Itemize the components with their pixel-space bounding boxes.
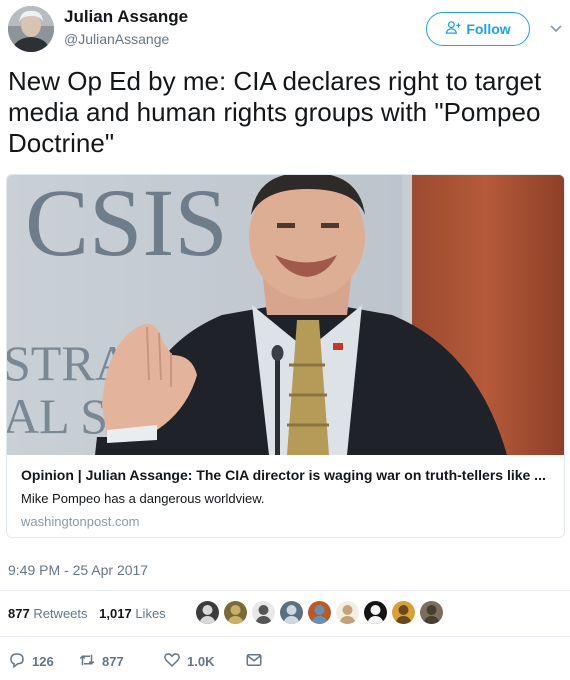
like-icon [163,651,181,672]
divider-top [0,590,570,591]
liker-avatars [196,601,443,627]
link-card[interactable]: CSIS STRA AL ST Opinion | Julian Assange… [6,174,565,538]
retweet-icon [78,651,96,672]
liker-avatar[interactable] [224,601,247,624]
follow-button[interactable]: Follow [426,12,530,46]
likes-stat[interactable]: 1,017 Likes [99,606,166,621]
retweet-count: 877 [102,653,124,669]
card-image: CSIS STRA AL ST [7,175,564,455]
follow-label: Follow [466,21,511,37]
liker-avatar[interactable] [336,601,359,624]
retweets-stat[interactable]: 877 Retweets [8,606,88,621]
author-name[interactable]: Julian Assange [64,7,188,27]
liker-avatar[interactable] [392,601,415,624]
likes-count: 1,017 [99,606,132,621]
liker-avatar[interactable] [196,601,219,624]
follow-person-icon [445,19,462,39]
card-title[interactable]: Opinion | Julian Assange: The CIA direct… [21,467,554,483]
tweet-actions: 126 877 1.0K [8,650,263,672]
retweet-button[interactable]: 877 [78,651,163,672]
tweet-text: New Op Ed by me: CIA declares right to t… [8,66,542,158]
liker-avatar[interactable] [252,601,275,624]
reply-button[interactable]: 126 [8,651,78,672]
tweet-timestamp[interactable]: 9:49 PM - 25 Apr 2017 [8,562,148,578]
author-avatar[interactable] [8,6,54,52]
retweets-count: 877 [8,606,30,621]
retweets-label: Retweets [33,606,88,621]
liker-avatar[interactable] [280,601,303,624]
liker-avatar[interactable] [308,601,331,624]
like-count: 1.0K [187,653,215,669]
liker-avatar[interactable] [420,601,443,624]
chevron-down-icon[interactable] [549,22,563,36]
likes-label: Likes [135,606,166,621]
liker-avatar[interactable] [364,601,387,624]
tweet-stats: 877 Retweets 1,017 Likes [8,606,174,621]
divider-bottom [0,636,570,637]
author-handle[interactable]: @JulianAssange [64,31,169,47]
like-button[interactable]: 1.0K [163,651,245,672]
reply-icon [8,651,26,672]
message-icon [245,651,263,672]
message-button[interactable] [245,651,263,672]
reply-count: 126 [32,653,54,669]
card-domain: washingtonpost.com [21,514,140,529]
card-description: Mike Pompeo has a dangerous worldview. [21,491,265,506]
card-image-sign-line1: CSIS [25,175,228,276]
tweet: Julian Assange @JulianAssange Follow New… [0,0,570,680]
